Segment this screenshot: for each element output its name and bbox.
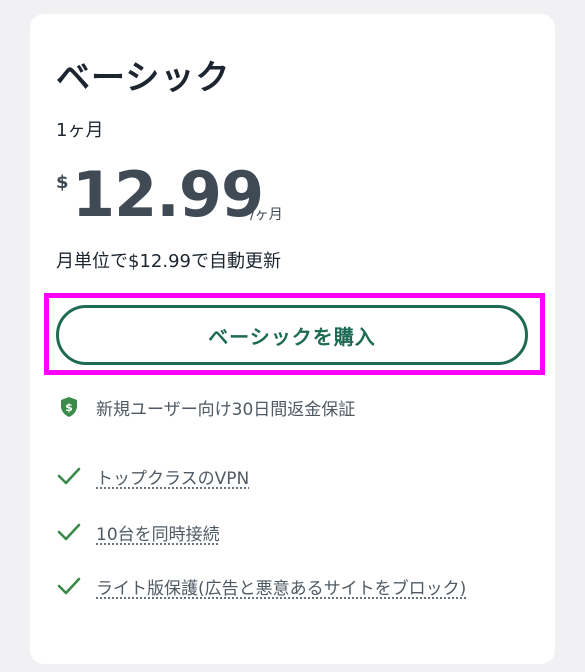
feature-link[interactable]: ライト版保護(広告と悪意あるサイトをブロック) bbox=[96, 574, 466, 599]
price-amount: 12.99 bbox=[72, 158, 264, 231]
checkmark-icon bbox=[56, 519, 82, 545]
plan-title: ベーシック bbox=[56, 58, 231, 98]
feature-link[interactable]: トップクラスのVPN bbox=[96, 464, 249, 489]
feature-link[interactable]: 10台を同時接続 bbox=[96, 520, 220, 545]
feature-devices: 10台を同時接続 bbox=[56, 517, 220, 547]
feature-text: 新規ユーザー向け30日間返金保証 bbox=[96, 399, 356, 420]
feature-money-back: $ 新規ユーザー向け30日間返金保証 bbox=[56, 392, 355, 422]
price-currency: $ bbox=[56, 172, 69, 193]
renewal-note: 月単位で$12.99で自動更新 bbox=[56, 251, 281, 272]
checkmark-icon bbox=[56, 573, 82, 599]
shield-dollar-icon: $ bbox=[56, 394, 82, 420]
buy-basic-button[interactable]: ベーシックを購入 bbox=[56, 305, 528, 365]
plan-card: ベーシック 1ヶ月 $ 12.99 /ヶ月 月単位で$12.99で自動更新 ベー… bbox=[30, 14, 555, 664]
feature-top-vpn: トップクラスのVPN bbox=[56, 461, 249, 491]
feature-lite-protection: ライト版保護(広告と悪意あるサイトをブロック) bbox=[56, 571, 466, 601]
price-unit: /ヶ月 bbox=[250, 207, 283, 223]
svg-text:$: $ bbox=[65, 401, 73, 414]
plan-period: 1ヶ月 bbox=[56, 120, 104, 141]
checkmark-icon bbox=[56, 463, 82, 489]
